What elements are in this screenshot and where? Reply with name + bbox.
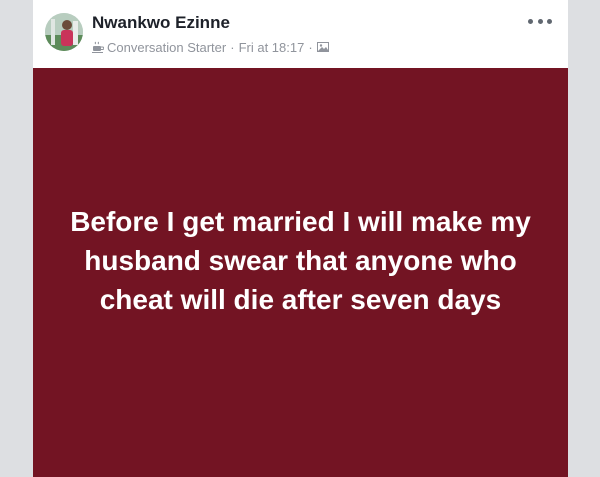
more-dot [537, 18, 543, 24]
post-card: Nwankwo Ezinne Conversation Starter · Fr… [33, 0, 568, 477]
more-options-icon[interactable] [528, 14, 552, 28]
public-image-icon[interactable] [316, 41, 329, 53]
coffee-cup-icon [92, 41, 105, 53]
post-meta: Conversation Starter · Fri at 18:17 · [92, 39, 329, 55]
post-header: Nwankwo Ezinne Conversation Starter · Fr… [33, 0, 568, 68]
author-name[interactable]: Nwankwo Ezinne [92, 13, 230, 33]
post-body-text: Before I get married I will make my husb… [70, 206, 531, 315]
meta-separator: · [308, 39, 313, 55]
badge-label[interactable]: Conversation Starter [107, 40, 226, 55]
more-dot [528, 18, 533, 24]
avatar[interactable] [45, 13, 83, 51]
meta-separator: · [230, 39, 235, 55]
post-background: Before I get married I will make my husb… [33, 68, 568, 477]
post-timestamp[interactable]: Fri at 18:17 [239, 40, 305, 55]
more-dot [547, 18, 552, 24]
avatar-image [45, 13, 83, 51]
